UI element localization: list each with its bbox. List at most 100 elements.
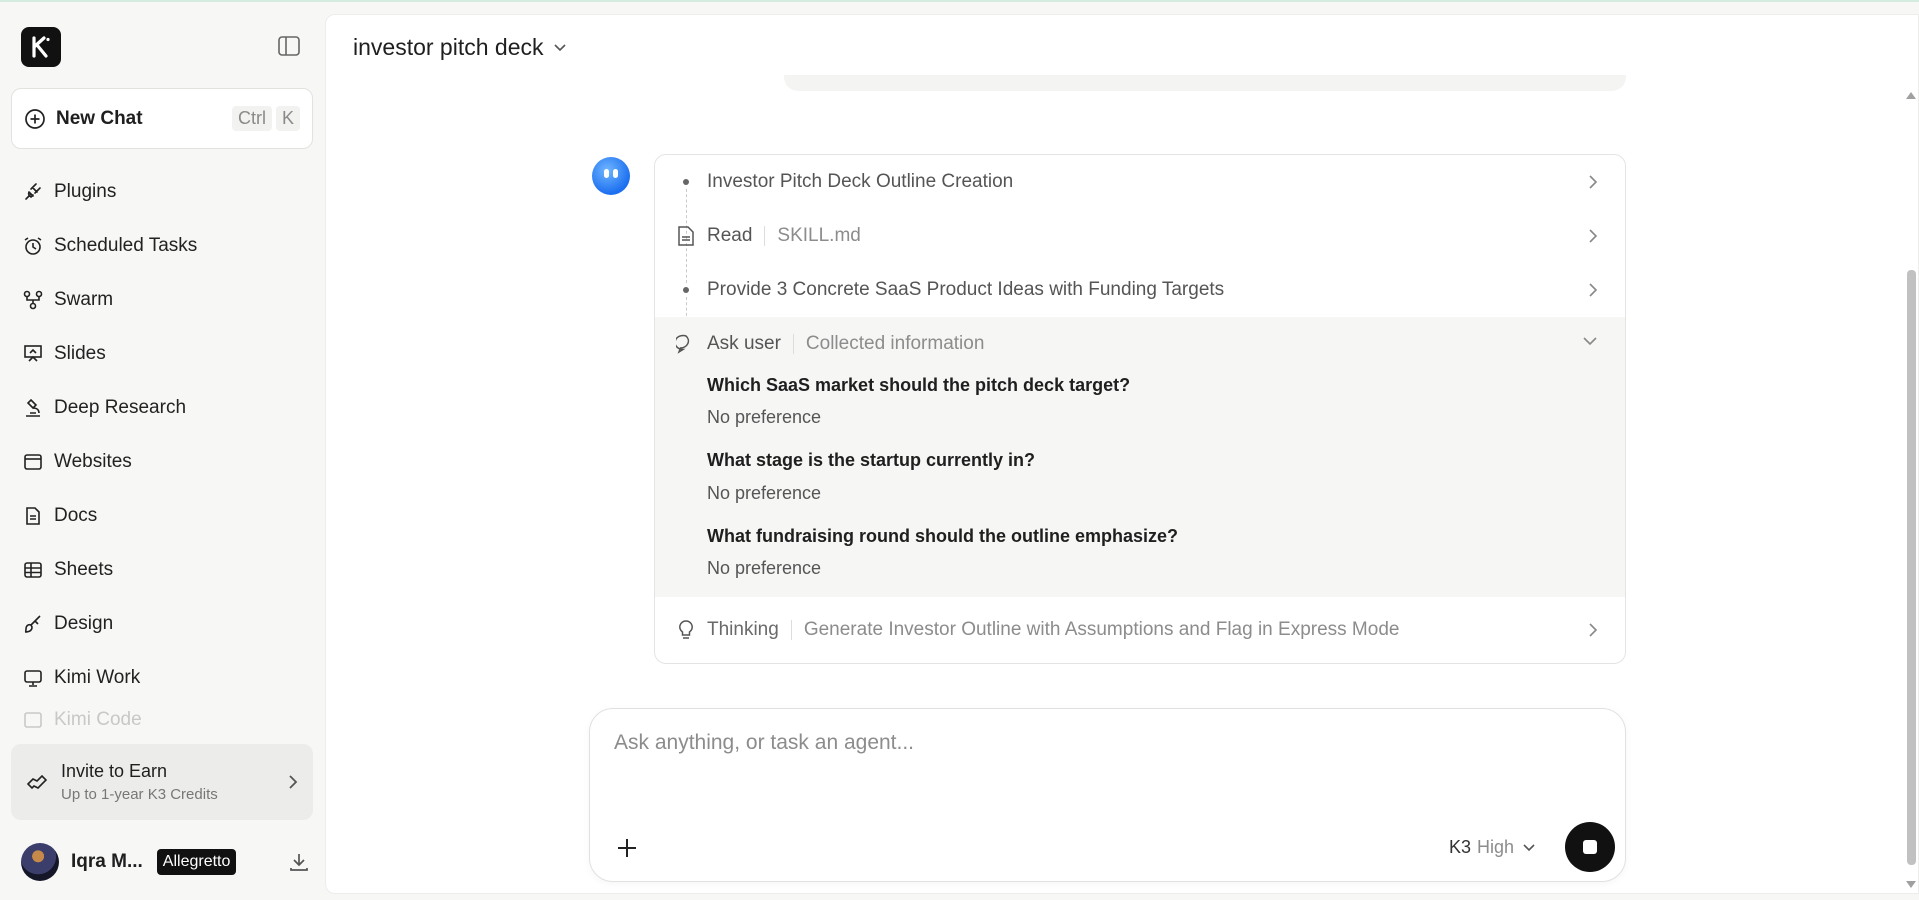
alarm-clock-icon xyxy=(24,237,42,255)
sidebar-item-scheduled-tasks[interactable]: Scheduled Tasks xyxy=(22,219,312,273)
scrollbar[interactable] xyxy=(1904,90,1918,890)
sidebar-item-slides[interactable]: Slides xyxy=(22,327,312,381)
sidebar-item-label: Plugins xyxy=(54,181,117,202)
lightbulb-icon xyxy=(679,620,693,639)
chevron-down-icon xyxy=(1583,337,1597,346)
step-label: Investor Pitch Deck Outline Creation xyxy=(707,171,1014,192)
model-selector[interactable]: K3 High xyxy=(1449,837,1536,858)
sidebar-item-label: Docs xyxy=(54,505,98,526)
model-level: High xyxy=(1477,837,1515,857)
sidebar-item-design[interactable]: Design xyxy=(22,597,312,651)
plug-icon xyxy=(25,183,41,200)
question-text: Which SaaS market should the pitch deck … xyxy=(707,375,1131,395)
sidebar-item-label: Design xyxy=(54,613,114,634)
sidebar-item-sheets[interactable]: Sheets xyxy=(22,543,312,597)
document-icon xyxy=(678,226,694,246)
table-icon xyxy=(24,562,42,578)
step-read-skill[interactable]: Read SKILL.md xyxy=(655,209,1625,263)
sidebar-item-label: Kimi Work xyxy=(54,667,141,688)
chat-input[interactable] xyxy=(614,731,1514,755)
plus-icon xyxy=(618,839,636,857)
sidebar-item-plugins[interactable]: Plugins xyxy=(22,165,312,219)
monitor-icon xyxy=(24,670,42,687)
sidebar-item-label: Deep Research xyxy=(54,397,187,418)
model-name: K3 xyxy=(1449,837,1472,857)
sidebar-item-kimi-work[interactable]: Kimi Work xyxy=(22,651,312,705)
agent-steps-panel: Investor Pitch Deck Outline Creation Rea… xyxy=(654,154,1626,664)
step-thinking[interactable]: Thinking Generate Investor Outline with … xyxy=(655,597,1625,663)
download-icon[interactable] xyxy=(287,850,311,874)
document-icon xyxy=(26,507,40,525)
chat-composer: K3 High xyxy=(589,708,1626,882)
sidebar-item-swarm[interactable]: Swarm xyxy=(22,273,312,327)
stop-icon xyxy=(1583,840,1597,854)
sidebar-item-kimi-code[interactable]: Kimi Code xyxy=(22,705,312,735)
sidebar-item-label: Kimi Code xyxy=(54,709,142,730)
new-chat-button[interactable]: New Chat Ctrl K xyxy=(11,88,313,149)
bullet-dot-icon xyxy=(683,287,689,293)
step-label: Provide 3 Concrete SaaS Product Ideas wi… xyxy=(707,279,1225,300)
brush-icon xyxy=(24,615,41,633)
answer-text: No preference xyxy=(707,407,822,427)
step-outline-creation[interactable]: Investor Pitch Deck Outline Creation xyxy=(655,155,1625,209)
add-attachment-button[interactable] xyxy=(612,833,642,863)
chevron-right-icon xyxy=(1589,175,1598,189)
shortcut-k: K xyxy=(275,106,300,131)
chevron-right-icon xyxy=(1589,623,1598,637)
invite-to-earn-card[interactable]: Invite to Earn Up to 1-year K3 Credits xyxy=(11,744,313,820)
sidebar: New Chat Ctrl K Plugins Scheduled Tasks … xyxy=(0,2,325,900)
sidebar-item-label: Swarm xyxy=(54,289,114,310)
user-name: Iqra M... xyxy=(71,851,143,872)
plus-circle-icon xyxy=(25,108,45,129)
speech-bubble-icon xyxy=(676,334,690,354)
chat-title-dropdown[interactable]: investor pitch deck xyxy=(353,34,567,61)
bullet-dot-icon xyxy=(683,179,689,185)
question-text: What fundraising round should the outlin… xyxy=(707,526,1178,546)
previous-message-bubble xyxy=(784,75,1626,91)
browser-window-icon xyxy=(24,454,42,470)
code-icon xyxy=(24,712,42,728)
sidebar-item-websites[interactable]: Websites xyxy=(22,435,312,489)
sidebar-item-label: Sheets xyxy=(54,559,114,580)
stop-generation-button[interactable] xyxy=(1565,822,1615,872)
swarm-icon xyxy=(23,290,43,310)
kimi-bot-avatar xyxy=(592,157,630,195)
handshake-icon xyxy=(26,774,48,790)
sidebar-item-label: Websites xyxy=(54,451,132,472)
sidebar-toggle-button[interactable] xyxy=(276,33,302,59)
step-label: Ask user xyxy=(707,333,781,354)
step-label: Read xyxy=(707,225,753,246)
chat-main-panel: investor pitch deck Investor Pitch Deck … xyxy=(325,14,1919,894)
sidebar-item-label: Scheduled Tasks xyxy=(54,235,198,256)
invite-title: Invite to Earn xyxy=(61,761,168,781)
scrollbar-thumb[interactable] xyxy=(1907,270,1916,865)
microscope-icon xyxy=(26,398,40,417)
step-saas-ideas[interactable]: Provide 3 Concrete SaaS Product Ideas wi… xyxy=(655,263,1625,317)
answer-text: No preference xyxy=(707,483,822,503)
chevron-right-icon xyxy=(289,775,298,789)
avatar[interactable] xyxy=(21,843,59,881)
kimi-logo[interactable] xyxy=(21,27,61,67)
step-label: Thinking xyxy=(707,619,779,640)
sidebar-item-label: Slides xyxy=(54,343,106,364)
sidebar-item-deep-research[interactable]: Deep Research xyxy=(22,381,312,435)
user-profile[interactable]: Iqra M... Allegretto xyxy=(21,842,311,882)
presentation-icon xyxy=(24,345,42,362)
page-title: investor pitch deck xyxy=(353,34,544,60)
step-detail: Generate Investor Outline with Assumptio… xyxy=(803,619,1400,640)
chevron-right-icon xyxy=(1589,283,1598,297)
step-detail: SKILL.md xyxy=(777,225,861,246)
sidebar-item-docs[interactable]: Docs xyxy=(22,489,312,543)
chevron-down-icon xyxy=(554,43,567,51)
sidebar-panel-icon xyxy=(278,36,300,56)
scroll-down-icon[interactable] xyxy=(1905,880,1917,890)
step-detail: Collected information xyxy=(805,333,985,354)
answer-text: No preference xyxy=(707,558,822,578)
shortcut-ctrl: Ctrl xyxy=(231,106,272,131)
question-text: What stage is the startup currently in? xyxy=(707,450,1036,470)
plan-badge: Allegretto xyxy=(156,849,237,875)
scroll-up-icon[interactable] xyxy=(1905,90,1917,100)
sidebar-nav: Plugins Scheduled Tasks Swarm Slides Dee… xyxy=(22,165,312,735)
chevron-right-icon xyxy=(1589,229,1598,243)
step-ask-user[interactable]: Ask user Collected information xyxy=(655,317,1625,371)
